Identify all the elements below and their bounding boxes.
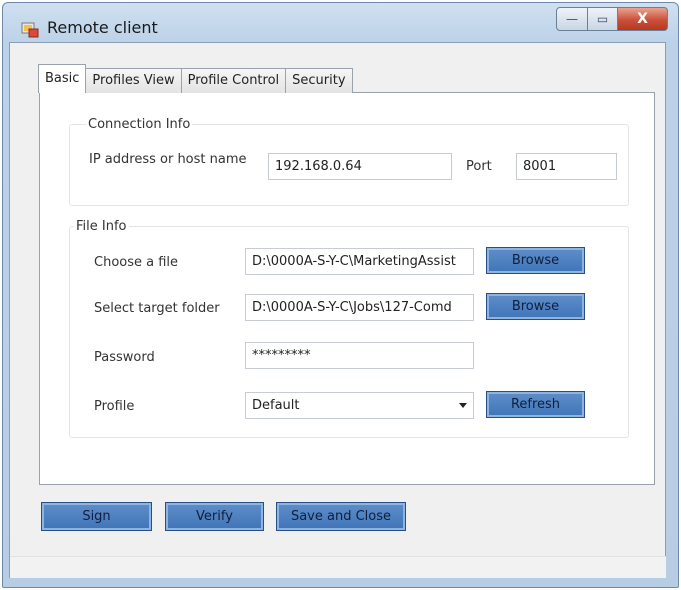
status-bar (10, 556, 666, 578)
tab-basic[interactable]: Basic (38, 64, 87, 93)
tab-security[interactable]: Security (285, 68, 353, 93)
browse-file-button[interactable]: Browse (486, 247, 585, 274)
minimize-button[interactable]: — (556, 7, 588, 31)
remote-client-app-icon (21, 22, 39, 38)
close-icon: X (637, 11, 648, 27)
host-label: IP address or host name (89, 152, 247, 167)
password-label: Password (94, 350, 155, 365)
port-label: Port (466, 159, 492, 174)
choose-file-label: Choose a file (94, 255, 179, 270)
refresh-button[interactable]: Refresh (486, 391, 585, 418)
password-input[interactable]: ********* (245, 342, 474, 369)
tab-profiles-view[interactable]: Profiles View (85, 68, 182, 93)
target-folder-label: Select target folder (94, 301, 220, 316)
host-input[interactable]: 192.168.0.64 (268, 153, 452, 180)
chevron-down-icon (459, 403, 467, 408)
minimize-icon: — (566, 12, 578, 26)
target-folder-input[interactable]: D:\0000A-S-Y-C\Jobs\127-Comd (245, 294, 474, 321)
window-title: Remote client (47, 18, 158, 37)
client-area: Basic Profiles View Profile Control Secu… (9, 42, 666, 578)
sign-button[interactable]: Sign (41, 502, 152, 531)
port-input[interactable]: 8001 (516, 153, 617, 180)
window-controls: — ▭ X (556, 7, 668, 31)
connection-info-title: Connection Info (86, 117, 193, 132)
title-bar[interactable]: Remote client — ▭ X (3, 3, 678, 45)
tab-strip: Basic Profiles View Profile Control Secu… (38, 64, 353, 93)
profile-select[interactable]: Default (245, 392, 474, 419)
close-button[interactable]: X (618, 7, 668, 31)
save-and-close-button[interactable]: Save and Close (276, 502, 406, 531)
profile-select-value: Default (252, 398, 300, 413)
verify-button[interactable]: Verify (165, 502, 264, 531)
choose-file-input[interactable]: D:\0000A-S-Y-C\MarketingAssist (245, 248, 474, 275)
maximize-button[interactable]: ▭ (588, 7, 618, 31)
maximize-icon: ▭ (596, 12, 609, 26)
file-info-title: File Info (74, 219, 129, 234)
profile-label: Profile (94, 399, 135, 414)
browse-folder-button[interactable]: Browse (486, 293, 585, 320)
tab-profile-control[interactable]: Profile Control (180, 68, 287, 93)
